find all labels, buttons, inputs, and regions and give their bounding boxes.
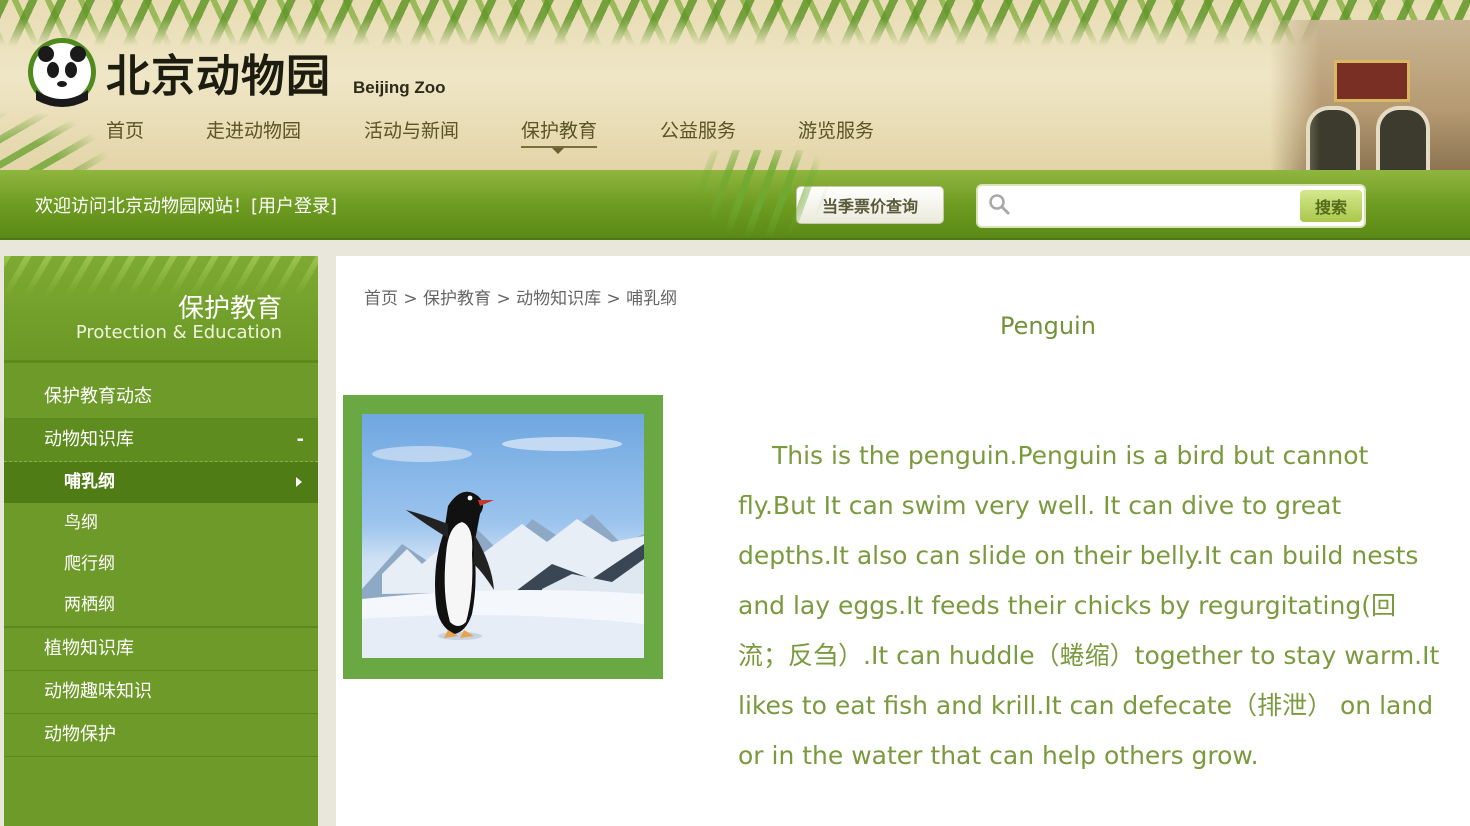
chevron-right-icon <box>296 477 302 487</box>
main-content: 首页 > 保护教育 > 动物知识库 > 哺乳纲 Penguin This is … <box>336 256 1470 826</box>
sidebar-item-plant-knowledge[interactable]: 植物知识库 <box>4 628 318 671</box>
gate-arch <box>1376 106 1430 170</box>
sidebar-subitem-label: 鸟纲 <box>64 513 98 533</box>
sidebar-subtitle: Protection & Education <box>75 322 282 343</box>
login-link[interactable]: [用户登录] <box>251 196 337 217</box>
sidebar-subitem-label: 哺乳纲 <box>64 472 115 492</box>
search-box: 搜索 <box>976 184 1366 228</box>
sidebar-item-protection-news[interactable]: 保护教育动态 <box>4 376 318 419</box>
search-icon <box>989 194 1010 215</box>
sidebar-item-animal-knowledge[interactable]: 动物知识库 - <box>4 419 318 462</box>
nav-activities-news[interactable]: 活动与新闻 <box>364 116 459 143</box>
sidebar: 保护教育 Protection & Education 保护教育动态 动物知识库… <box>4 256 318 826</box>
breadcrumb[interactable]: 首页 > 保护教育 > 动物知识库 > 哺乳纲 <box>364 284 677 309</box>
sidebar-title: 保护教育 <box>177 294 282 324</box>
sidebar-item-label: 植物知识库 <box>44 638 134 659</box>
nav-visitor-service[interactable]: 游览服务 <box>798 116 874 143</box>
sidebar-item-label: 动物趣味知识 <box>44 681 152 702</box>
site-logo-english[interactable]: Beijing Zoo <box>353 78 446 98</box>
bamboo-leaves-decoration-mid <box>690 150 830 240</box>
penguin-image <box>362 437 644 658</box>
sidebar-item-label: 动物知识库 <box>44 429 134 450</box>
article-text: This is the penguin.Penguin is a bird bu… <box>738 441 1440 770</box>
site-header: 北京动物园 Beijing Zoo 首页 走进动物园 活动与新闻 保护教育 公益… <box>0 0 1470 170</box>
sidebar-subitem-label: 两栖纲 <box>64 595 115 615</box>
zoo-gate-image <box>1270 20 1470 170</box>
welcome-text: 欢迎访问北京动物园网站！ <box>35 196 251 217</box>
penguin-photo-frame <box>343 395 663 679</box>
bamboo-leaves-decoration-left <box>0 110 110 170</box>
gate-arch <box>1306 106 1360 170</box>
nav-active-caret-icon <box>552 148 564 154</box>
sidebar-subitem-reptiles[interactable]: 爬行纲 <box>4 544 318 585</box>
sidebar-menu: 保护教育动态 动物知识库 - 哺乳纲 鸟纲 爬行纲 两栖纲 植物知识库 动物趣味… <box>4 376 318 757</box>
site-logo-chinese[interactable]: 北京动物园 <box>106 40 331 104</box>
sidebar-item-label: 保护教育动态 <box>44 386 152 407</box>
sidebar-subitem-mammals[interactable]: 哺乳纲 <box>4 462 318 503</box>
collapse-icon[interactable]: - <box>297 419 304 461</box>
nav-protection-education[interactable]: 保护教育 <box>521 116 598 148</box>
sidebar-subitem-amphibians[interactable]: 两栖纲 <box>4 585 318 626</box>
page-title: Penguin <box>1000 312 1096 340</box>
penguin-photo <box>362 414 644 658</box>
panda-logo-icon[interactable] <box>22 34 102 108</box>
search-button[interactable]: 搜索 <box>1300 190 1362 222</box>
sidebar-item-fun-facts[interactable]: 动物趣味知识 <box>4 671 318 714</box>
welcome-message: 欢迎访问北京动物园网站！[用户登录] <box>35 192 337 218</box>
sidebar-item-label: 动物保护 <box>44 724 116 745</box>
sidebar-subitem-label: 爬行纲 <box>64 554 115 574</box>
nav-home[interactable]: 首页 <box>106 116 144 143</box>
nav-public-service[interactable]: 公益服务 <box>660 116 736 143</box>
gate-plaque <box>1334 60 1410 102</box>
sidebar-item-animal-protection[interactable]: 动物保护 <box>4 714 318 757</box>
sidebar-subitem-birds[interactable]: 鸟纲 <box>4 503 318 544</box>
search-input[interactable] <box>1022 192 1276 220</box>
sidebar-header: 保护教育 Protection & Education <box>4 256 318 363</box>
nav-about-zoo[interactable]: 走进动物园 <box>206 116 301 143</box>
